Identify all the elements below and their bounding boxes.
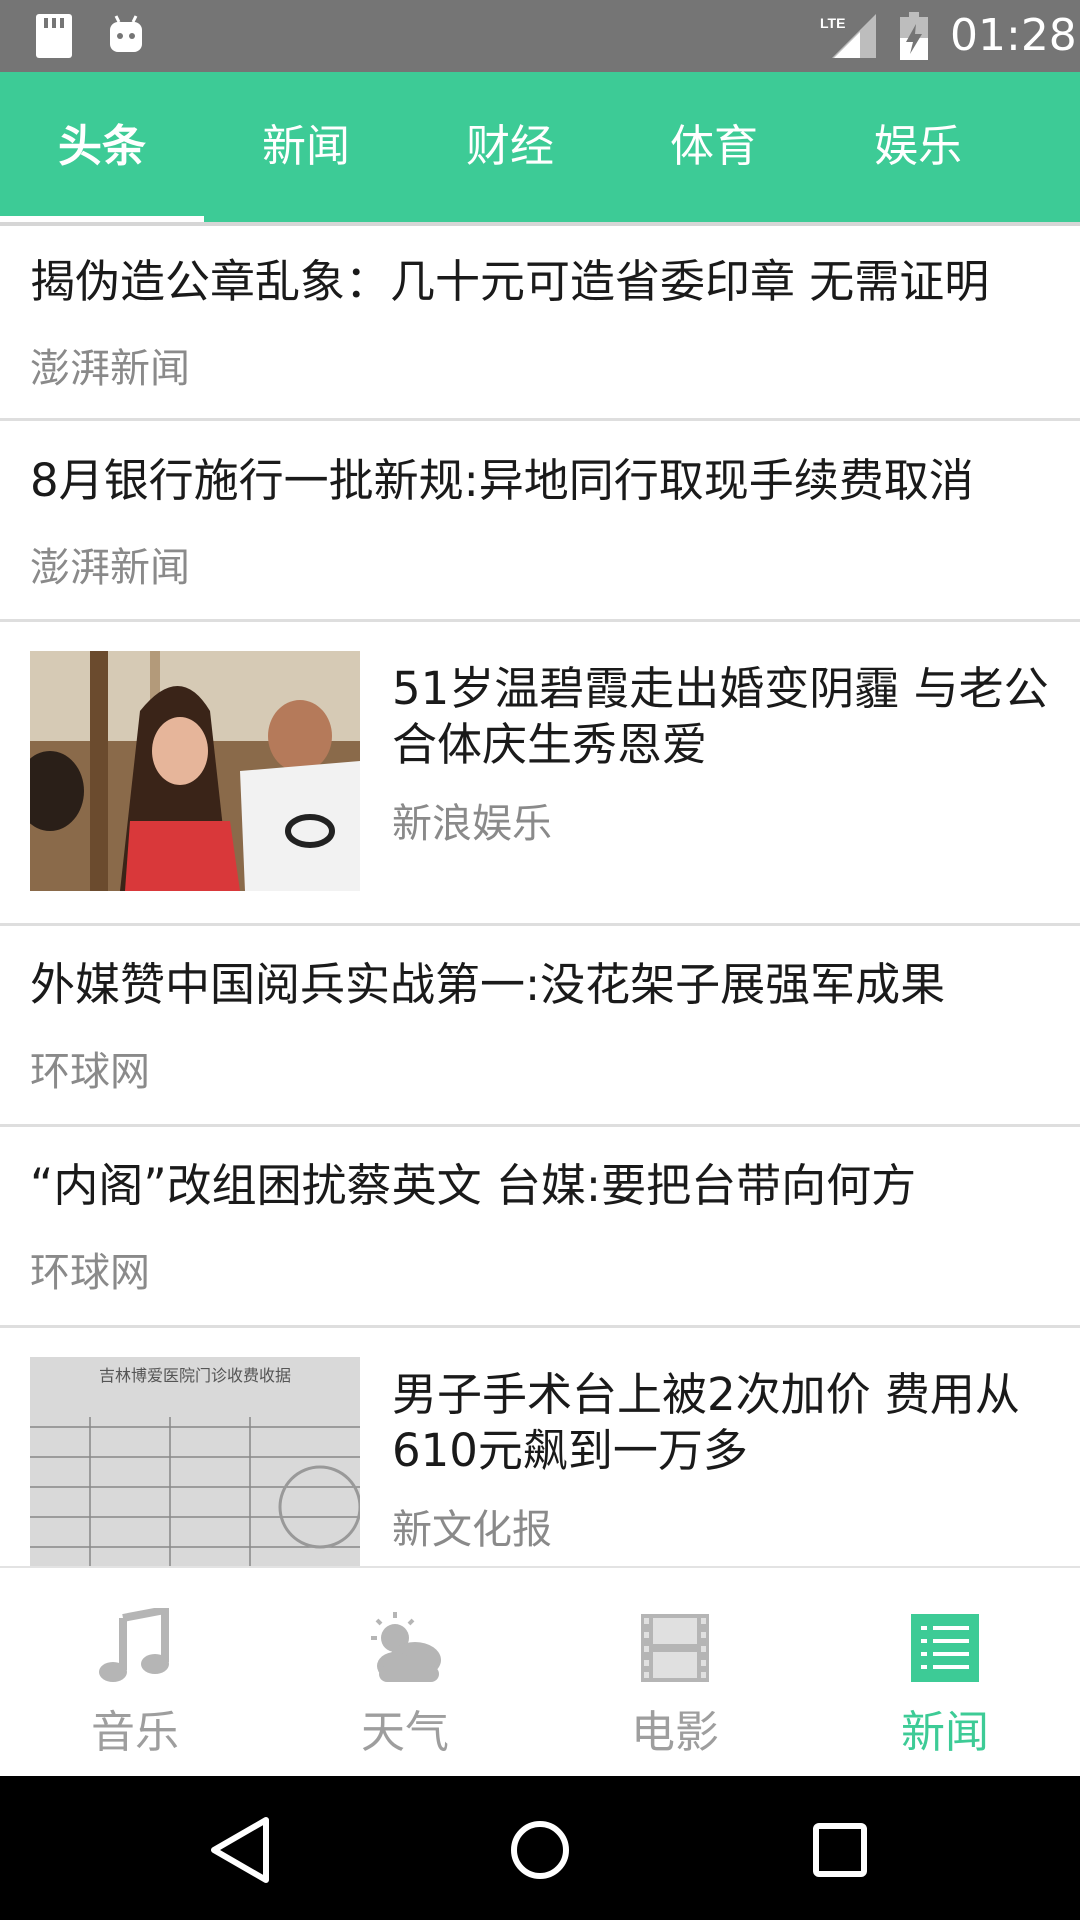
tab-finance[interactable]: 财经 [408, 72, 612, 222]
category-tab-bar: 头条 新闻 财经 体育 娱乐 [0, 72, 1080, 222]
nav-label: 电影 [631, 1707, 719, 1758]
receipt-photo-icon: 吉林博爱医院门诊收费收据 [30, 1357, 360, 1566]
nav-music[interactable]: 音乐 [0, 1568, 270, 1778]
tab-entertainment[interactable]: 娱乐 [816, 72, 1020, 222]
home-icon[interactable] [500, 1810, 580, 1890]
tab-sports[interactable]: 体育 [612, 72, 816, 222]
news-title: 男子手术台上被2次加价 费用从610元飙到一万多 [392, 1368, 1020, 1477]
list-item[interactable]: 8月银行施行一批新规:异地同行取现手续费取消 澎湃新闻 [0, 424, 1080, 622]
news-source: 环球网 [30, 1250, 150, 1296]
news-list-icon [911, 1614, 979, 1682]
system-navigation-bar [0, 1776, 1080, 1920]
status-bar: LTE 01:28 [0, 0, 1080, 72]
news-source: 新浪娱乐 [392, 801, 552, 847]
news-title: 51岁温碧霞走出婚变阴霾 与老公合体庆生秀恩爱 [392, 662, 1049, 771]
android-icon [110, 15, 142, 52]
list-item[interactable]: 外媒赞中国阅兵实战第一:没花架子展强军成果 环球网 [0, 929, 1080, 1127]
sd-card-icon [36, 14, 72, 58]
news-title: 揭伪造公章乱象：几十元可造省委印章 无需证明 [30, 255, 990, 308]
news-source: 澎湃新闻 [30, 545, 190, 591]
news-title: “内阁”改组困扰蔡英文 台媒:要把台带向何方 [30, 1159, 917, 1212]
tab-news[interactable]: 新闻 [204, 72, 408, 222]
photo-people-icon [30, 651, 360, 891]
news-list[interactable]: 揭伪造公章乱象：几十元可造省委印章 无需证明 澎湃新闻 8月银行施行一批新规:异… [0, 226, 1080, 1566]
tab-headlines[interactable]: 头条 [0, 72, 204, 222]
lte-signal-icon: LTE [820, 14, 876, 58]
news-title: 外媒赞中国阅兵实战第一:没花架子展强军成果 [30, 958, 946, 1011]
news-title: 8月银行施行一批新规:异地同行取现手续费取消 [30, 454, 974, 507]
nav-weather[interactable]: 天气 [270, 1568, 540, 1778]
battery-icon [900, 12, 928, 60]
nav-news[interactable]: 新闻 [810, 1568, 1080, 1778]
svg-text:LTE: LTE [820, 15, 845, 31]
recent-apps-icon[interactable] [800, 1810, 880, 1890]
music-note-icon [99, 1608, 169, 1682]
news-source: 澎湃新闻 [30, 346, 190, 392]
svg-text:吉林博爱医院门诊收费收据: 吉林博爱医院门诊收费收据 [99, 1367, 291, 1385]
list-item[interactable]: 51岁温碧霞走出婚变阴霾 与老公合体庆生秀恩爱 新浪娱乐 [0, 625, 1080, 926]
bottom-navigation: 音乐 天气 电影 新闻 [0, 1566, 1080, 1778]
list-item[interactable]: 吉林博爱医院门诊收费收据 男子手术台上被2次加价 费用从610元飙到一万多 新文… [0, 1331, 1080, 1566]
news-source: 环球网 [30, 1049, 150, 1095]
nav-label: 音乐 [91, 1707, 179, 1758]
back-icon[interactable] [200, 1810, 280, 1890]
film-icon [641, 1614, 709, 1682]
nav-label: 天气 [361, 1707, 449, 1758]
news-source: 新文化报 [392, 1507, 552, 1553]
list-item[interactable]: “内阁”改组困扰蔡英文 台媒:要把台带向何方 环球网 [0, 1130, 1080, 1328]
nav-movies[interactable]: 电影 [540, 1568, 810, 1778]
clock: 01:28 [950, 10, 1077, 61]
list-item[interactable]: 揭伪造公章乱象：几十元可造省委印章 无需证明 澎湃新闻 [0, 226, 1080, 421]
weather-cloud-icon [371, 1612, 441, 1682]
nav-label: 新闻 [901, 1707, 989, 1758]
